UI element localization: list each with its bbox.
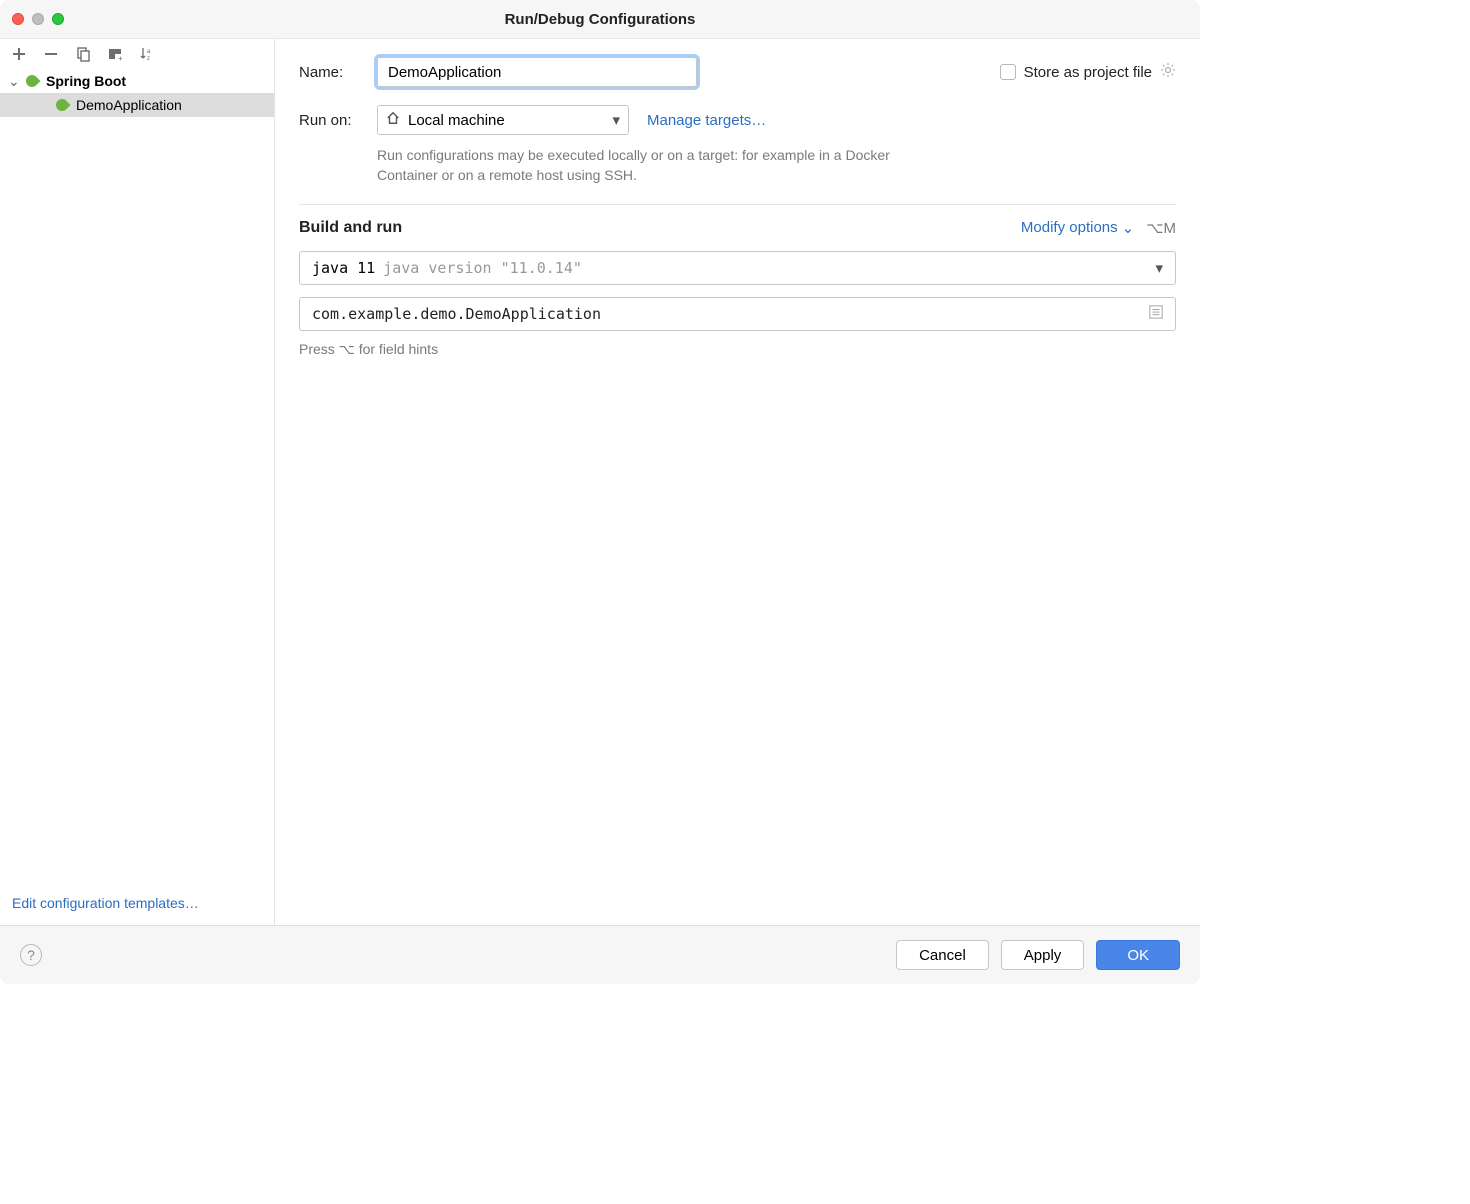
tree-item-demo-application[interactable]: DemoApplication [0, 93, 274, 117]
dialog-body: + az ⌄ Spring Boot DemoApplication Edit … [0, 38, 1200, 926]
spring-boot-icon [54, 98, 72, 112]
run-on-select[interactable]: Local machine ▾ [377, 105, 629, 135]
tree-item-label: DemoApplication [76, 97, 182, 113]
list-icon[interactable] [1149, 305, 1163, 323]
cancel-button[interactable]: Cancel [896, 940, 989, 970]
jre-detail: java version "11.0.14" [383, 259, 582, 277]
sort-config-icon[interactable]: az [138, 45, 156, 63]
main-class-input[interactable]: com.example.demo.DemoApplication [299, 297, 1176, 331]
chevron-down-icon: ⌄ [8, 73, 22, 90]
dialog-title: Run/Debug Configurations [0, 11, 1200, 28]
help-button[interactable]: ? [20, 944, 42, 966]
svg-text:+: + [118, 54, 123, 62]
copy-config-icon[interactable] [74, 45, 92, 63]
close-window-button[interactable] [12, 13, 24, 25]
svg-text:z: z [147, 56, 150, 62]
traffic-lights [12, 13, 64, 25]
dialog-footer: ? Cancel Apply OK [0, 926, 1200, 984]
titlebar: Run/Debug Configurations [0, 0, 1200, 38]
tree-category-spring-boot[interactable]: ⌄ Spring Boot [0, 69, 274, 93]
chevron-down-icon: ▾ [1155, 259, 1163, 277]
config-tree: ⌄ Spring Boot DemoApplication [0, 69, 274, 885]
run-on-hint: Run configurations may be executed local… [377, 145, 897, 186]
run-on-label: Run on: [299, 112, 377, 129]
manage-targets-link[interactable]: Manage targets… [647, 112, 766, 129]
main-panel: Name: Store as project file Run on: Loca… [275, 39, 1200, 925]
zoom-window-button[interactable] [52, 13, 64, 25]
name-label: Name: [299, 64, 377, 81]
modify-shortcut: ⌥M [1146, 219, 1176, 237]
ok-button[interactable]: OK [1096, 940, 1180, 970]
chevron-down-icon: ⌄ [1122, 219, 1135, 237]
store-as-project-file[interactable]: Store as project file [1000, 62, 1176, 82]
run-on-row: Run on: Local machine ▾ Manage targets… [299, 105, 1176, 135]
save-config-icon[interactable]: + [106, 45, 124, 63]
jre-version: java 11 [312, 259, 375, 277]
spring-boot-icon [24, 74, 42, 88]
separator [299, 204, 1176, 205]
sidebar-toolbar: + az [0, 39, 274, 69]
name-row: Name: Store as project file [299, 57, 1176, 87]
run-debug-config-dialog: Run/Debug Configurations + az ⌄ Spring B… [0, 0, 1200, 984]
tree-category-label: Spring Boot [46, 73, 126, 89]
add-config-icon[interactable] [10, 45, 28, 63]
field-hint: Press ⌥ for field hints [299, 341, 1176, 358]
build-run-header: Build and run Modify options ⌄ ⌥M [299, 219, 1176, 237]
store-label: Store as project file [1024, 64, 1152, 81]
name-input[interactable] [377, 57, 697, 87]
chevron-down-icon: ▾ [612, 111, 620, 129]
remove-config-icon[interactable] [42, 45, 60, 63]
apply-button[interactable]: Apply [1001, 940, 1085, 970]
modify-options-link[interactable]: Modify options ⌄ [1021, 219, 1134, 237]
svg-text:a: a [147, 49, 151, 55]
jre-select[interactable]: java 11 java version "11.0.14" ▾ [299, 251, 1176, 285]
edit-templates-link[interactable]: Edit configuration templates… [0, 885, 274, 925]
sidebar: + az ⌄ Spring Boot DemoApplication Edit … [0, 39, 275, 925]
build-run-title: Build and run [299, 219, 402, 237]
main-class-value: com.example.demo.DemoApplication [312, 305, 601, 323]
run-on-value: Local machine [408, 112, 505, 129]
store-checkbox[interactable] [1000, 64, 1016, 80]
minimize-window-button[interactable] [32, 13, 44, 25]
home-icon [386, 111, 400, 129]
gear-icon[interactable] [1160, 62, 1176, 82]
